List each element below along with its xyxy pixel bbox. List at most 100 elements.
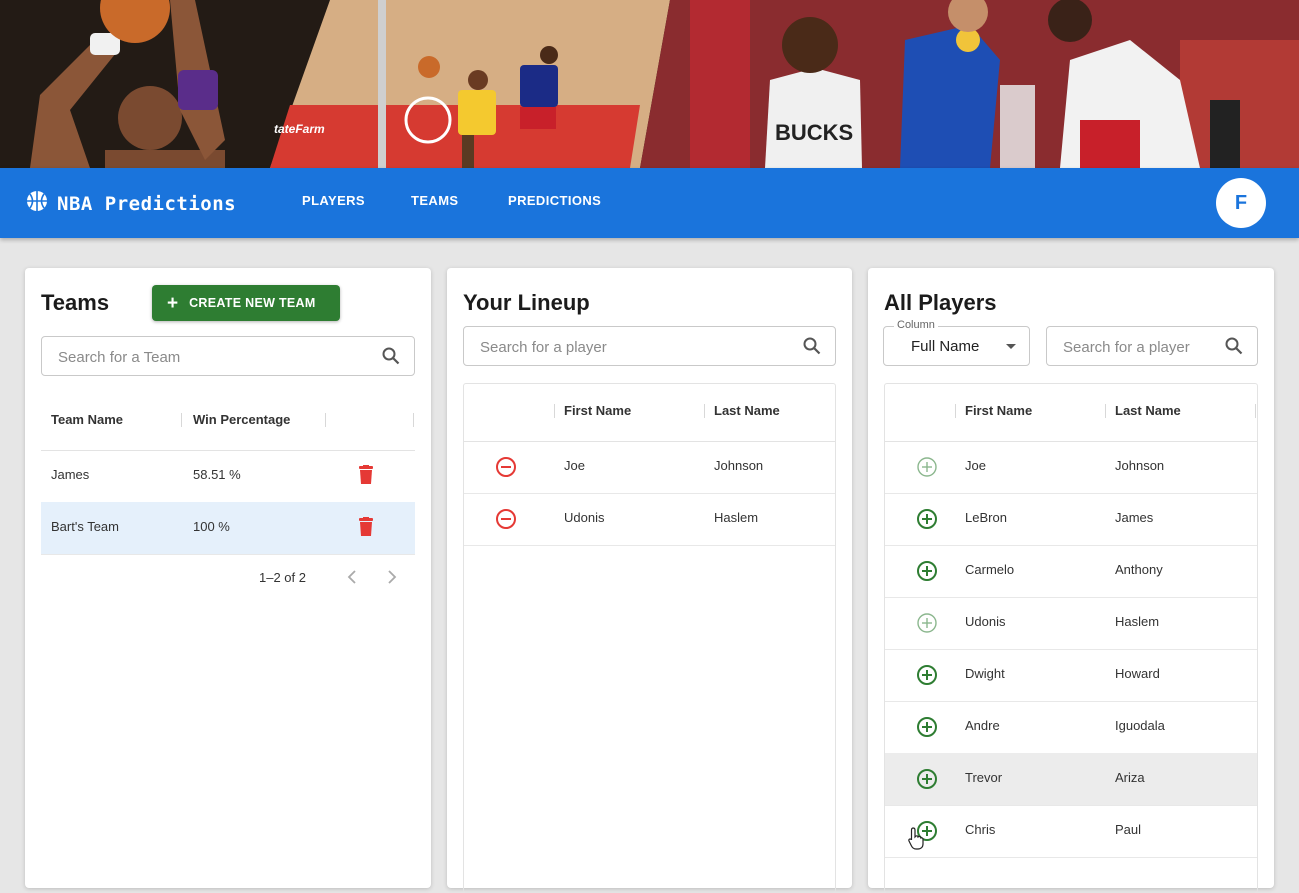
player-first-name: Joe [965,458,986,473]
column-select[interactable]: Column Full Name [883,319,1030,366]
player-last-name: Paul [1115,822,1142,837]
column-header-last-name[interactable]: Last Name [1115,403,1181,418]
lineup-panel: Your Lineup First Name Last Name Joe Joh… [447,268,852,893]
player-last-name: Anthony [1115,562,1163,577]
team-row[interactable]: James 58.51 % [41,450,415,503]
player-row[interactable]: Dwight Howard [885,649,1257,702]
teams-table: Team Name Win Percentage James 58.51 % B… [41,393,415,555]
lineup-table: First Name Last Name Joe Johnson Udonis … [463,383,836,893]
add-circle-icon[interactable] [916,560,938,587]
pagination-label: 1–2 of 2 [259,570,306,585]
plus-icon: + [167,292,179,314]
player-last-name: Ariza [1115,770,1145,785]
player-last-name: Johnson [1115,458,1165,473]
nav-predictions[interactable]: PREDICTIONS [508,193,601,208]
add-circle-icon[interactable] [916,664,938,691]
players-table: First Name Last Name Joe Johnson LeBron Jam… [884,383,1258,893]
team-win-percentage: 58.51 % [193,467,241,482]
player-first-name: Udonis [564,510,605,525]
lineup-row[interactable]: Udonis Haslem [464,493,835,546]
teams-title: Teams [41,290,110,315]
player-row[interactable]: LeBron James [885,493,1257,546]
player-last-name: Iguodala [1115,718,1165,733]
remove-circle-icon[interactable] [495,508,517,535]
app-title: NBA Predictions [57,192,237,215]
add-circle-icon [916,612,938,639]
add-circle-icon[interactable] [916,716,938,743]
team-search-box [41,336,415,377]
dropdown-arrow-icon [1006,344,1016,349]
column-header-last-name[interactable]: Last Name [714,403,780,418]
teams-table-header: Team Name Win Percentage [41,393,415,451]
player-row[interactable]: Andre Iguodala [885,701,1257,754]
player-last-name: Johnson [714,458,764,473]
add-circle-icon[interactable] [916,508,938,535]
player-last-name: Howard [1115,666,1160,681]
team-name: Bart's Team [51,519,119,534]
player-last-name: Haslem [1115,614,1160,629]
column-header-team-name[interactable]: Team Name [51,412,123,427]
column-separator [325,413,326,427]
column-separator [955,404,956,418]
players-table-header: First Name Last Name [885,384,1257,442]
team-row-selected[interactable]: Bart's Team 100 % [41,502,415,555]
add-circle-icon[interactable] [916,768,938,795]
team-name: James [51,467,90,482]
user-avatar[interactable]: F [1216,178,1266,228]
player-first-name: LeBron [965,510,1007,525]
trash-icon[interactable] [358,465,374,490]
add-circle-icon [916,456,938,483]
lineup-title: Your Lineup [463,290,590,315]
player-first-name: Trevor [965,770,1003,785]
player-last-name: Haslem [714,510,759,525]
player-first-name: Udonis [965,614,1006,629]
column-separator [181,413,182,427]
basketball-icon [26,190,48,217]
player-last-name: James [1115,510,1154,525]
column-header-win-percentage[interactable]: Win Percentage [193,412,290,427]
team-win-percentage: 100 % [193,519,230,534]
player-row[interactable]: Udonis Haslem [885,597,1257,650]
column-separator [1105,404,1106,418]
lineup-search-box [463,326,836,367]
column-separator [554,404,555,418]
player-first-name: Carmelo [965,562,1015,577]
next-page-icon[interactable] [387,570,397,589]
create-new-team-button[interactable]: + CREATE NEW TEAM [152,285,340,321]
player-first-name: Chris [965,822,996,837]
search-icon[interactable] [382,347,400,370]
column-separator [704,404,705,418]
all-players-title: All Players [884,290,997,315]
remove-circle-icon[interactable] [495,456,517,483]
player-first-name: Andre [965,718,1000,733]
banner-sign-text: tateFarm [274,122,325,136]
player-row[interactable]: Trevor Ariza [885,753,1257,806]
banner-collage-image: tateFarm BUCKS [0,0,1299,168]
lineup-row[interactable]: Joe Johnson [464,441,835,494]
player-search-box [1046,326,1258,367]
player-first-name: Joe [564,458,585,473]
player-row[interactable]: Carmelo Anthony [885,545,1257,598]
column-header-first-name[interactable]: First Name [965,403,1032,418]
mouse-pointer-icon [907,826,925,855]
nav-teams[interactable]: TEAMS [411,193,459,208]
app-bar: NBA Predictions PLAYERS TEAMS PREDICTION… [0,168,1299,238]
player-row[interactable]: Chris Paul [885,805,1257,858]
player-search-input[interactable] [1061,327,1229,367]
trash-icon[interactable] [358,517,374,542]
column-header-first-name[interactable]: First Name [564,403,631,418]
lineup-table-header: First Name Last Name [464,384,835,442]
column-select-label: Column [894,319,938,331]
all-players-panel: All Players Column Full Name First Name … [868,268,1274,893]
brand[interactable]: NBA Predictions [26,190,236,217]
column-separator [1255,404,1256,418]
lineup-search-input[interactable] [478,327,772,367]
previous-page-icon[interactable] [347,570,357,589]
search-icon[interactable] [803,337,821,360]
jersey-text: BUCKS [775,120,853,145]
search-icon[interactable] [1225,337,1243,360]
nav-players[interactable]: PLAYERS [302,193,365,208]
player-row[interactable]: Joe Johnson [885,441,1257,494]
column-separator [413,413,414,427]
team-search-input[interactable] [56,337,351,377]
